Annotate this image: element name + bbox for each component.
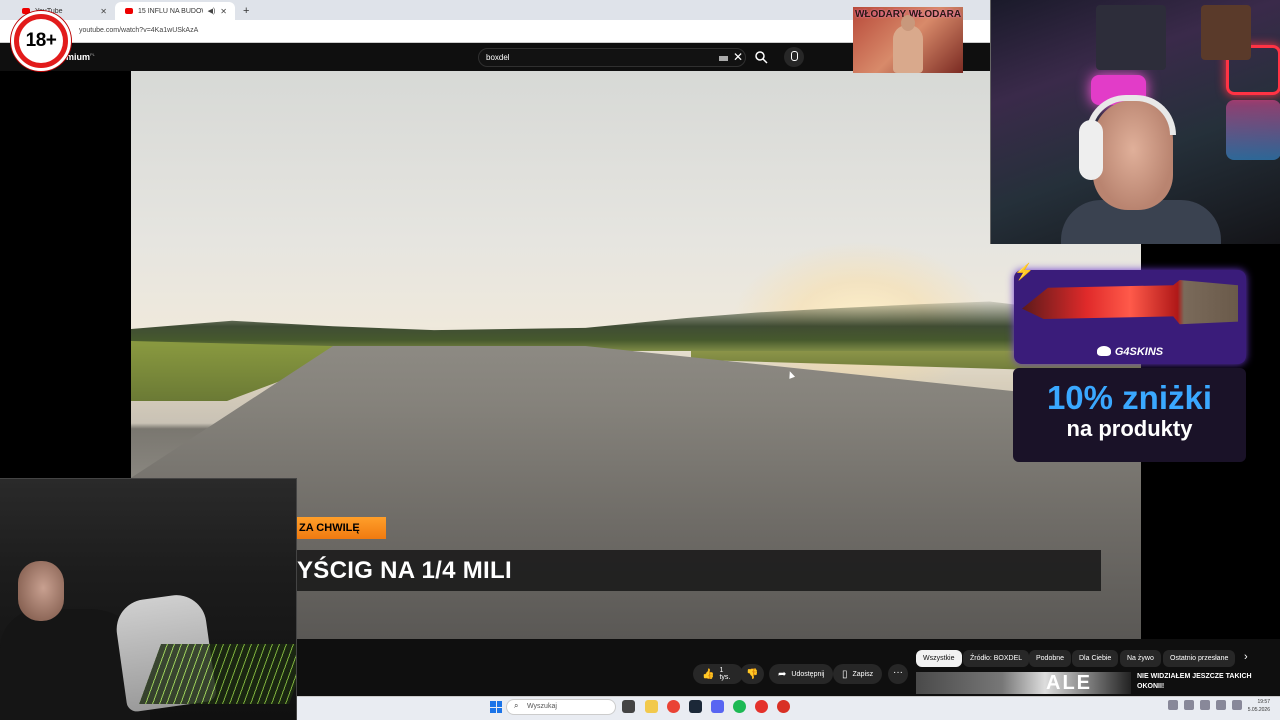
thumbs-up-icon: 👍 <box>702 668 715 680</box>
recommendation-thumbnail[interactable]: ALE <box>916 672 1131 694</box>
opera-icon[interactable] <box>755 700 768 713</box>
browser-tab-bar: YouTube ✕ 15 INFLU NA BUDOWIE: Le ◀) ✕ + <box>0 0 990 20</box>
chip-source[interactable]: Źródło: BOXDEL <box>963 650 1030 667</box>
like-count: 1 tys. <box>719 667 731 681</box>
video-lower-title: YŚCIG NA 1/4 MILI <box>297 550 1101 591</box>
chip-for-you[interactable]: Dla Ciebie <box>1072 650 1119 667</box>
youtube-logo[interactable]: miumPL <box>66 52 95 62</box>
dislike-button[interactable]: 👎 <box>740 664 764 684</box>
ad-brand: G4SKINS <box>1014 346 1246 358</box>
tray-app-icon <box>1184 700 1194 710</box>
wifi-icon <box>1200 700 1210 710</box>
chip-similar[interactable]: Podobne <box>1029 650 1072 667</box>
new-tab-button[interactable]: + <box>235 2 257 20</box>
chevron-right-icon[interactable]: › <box>1244 651 1248 663</box>
share-button[interactable]: ➦ Udostępnij <box>769 664 834 684</box>
chip-recent[interactable]: Ostatnio przesłane <box>1163 650 1236 667</box>
youtube-favicon-icon <box>125 8 133 14</box>
chrome-icon[interactable] <box>667 700 680 713</box>
ad-offer-products: na produkty <box>1066 416 1193 441</box>
share-label: Udostępnij <box>791 670 825 678</box>
url-text[interactable]: youtube.com/watch?v=4Ka1wUSkAzA <box>79 27 198 34</box>
bookmark-icon: ▯ <box>842 668 848 680</box>
ad-offer-discount: 10% zniżki <box>1046 379 1213 416</box>
streamer-webcam-bottom <box>0 478 297 720</box>
streamer-webcam-top <box>990 0 1280 244</box>
youtube-masthead: miumPL boxdel ✕ <box>0 43 990 71</box>
save-label: Zapisz <box>852 670 874 678</box>
tree-line <box>131 301 1141 351</box>
taskbar-clock[interactable]: 19:57 5.05.2026 <box>1240 698 1270 714</box>
steam-icon[interactable] <box>689 700 702 713</box>
spotify-icon[interactable] <box>733 700 746 713</box>
clear-search-icon[interactable]: ✕ <box>733 50 743 64</box>
taskbar-search[interactable]: ⌕ Wyszukaj <box>506 699 616 715</box>
lightning-icon: ⚡ <box>1014 264 1034 281</box>
system-tray[interactable] <box>1168 700 1242 710</box>
recommendation-title[interactable]: NIE WIDZIAŁEM JESZCZE TAKICH OKONII! <box>1137 672 1267 692</box>
save-button[interactable]: ▯ Zapisz <box>833 664 883 684</box>
speaker-icon[interactable]: ◀) <box>208 7 216 15</box>
task-view-icon[interactable] <box>622 700 635 713</box>
rgb-keyboard <box>139 644 296 704</box>
browser-tab-active[interactable]: 15 INFLU NA BUDOWIE: Le ◀) ✕ <box>115 2 235 20</box>
more-actions-button[interactable]: ··· <box>888 664 908 684</box>
record-icon[interactable] <box>777 700 790 713</box>
voice-search-icon[interactable] <box>784 47 804 67</box>
tray-chevron-icon <box>1168 700 1178 710</box>
tab-title: 15 INFLU NA BUDOWIE: Le <box>138 7 203 15</box>
volume-icon <box>1216 700 1226 710</box>
discord-icon[interactable] <box>711 700 724 713</box>
close-tab-icon[interactable]: ✕ <box>220 7 227 16</box>
brand-logo-icon <box>1096 346 1111 356</box>
thumbs-down-icon: 👎 <box>746 668 759 680</box>
video-lower-tag: ZA CHWILĘ <box>297 517 386 539</box>
address-bar[interactable]: youtube.com/watch?v=4Ka1wUSkAzA <box>0 20 990 43</box>
file-explorer-icon[interactable] <box>645 700 658 713</box>
windows-start-icon[interactable] <box>490 701 502 713</box>
search-icon[interactable] <box>754 50 768 64</box>
close-tab-icon[interactable]: ✕ <box>100 7 107 16</box>
wlodary-sticker: WŁODARY WŁODARA <box>853 7 963 73</box>
like-button[interactable]: 👍 1 tys. <box>693 664 743 684</box>
age-rating-badge: 18+ <box>11 11 71 71</box>
screen: YouTube ✕ 15 INFLU NA BUDOWIE: Le ◀) ✕ +… <box>0 0 1280 720</box>
search-box[interactable]: boxdel ✕ <box>478 48 746 67</box>
chip-live[interactable]: Na żywo <box>1120 650 1161 667</box>
search-input[interactable]: boxdel <box>486 53 510 62</box>
keyboard-icon[interactable] <box>719 56 728 61</box>
sticker-figure <box>893 15 923 73</box>
chip-all[interactable]: Wszystkie <box>916 650 962 667</box>
person-face <box>18 561 64 621</box>
search-icon: ⌕ <box>514 701 519 710</box>
share-icon: ➦ <box>778 668 787 680</box>
headphones-cup <box>1079 120 1103 180</box>
